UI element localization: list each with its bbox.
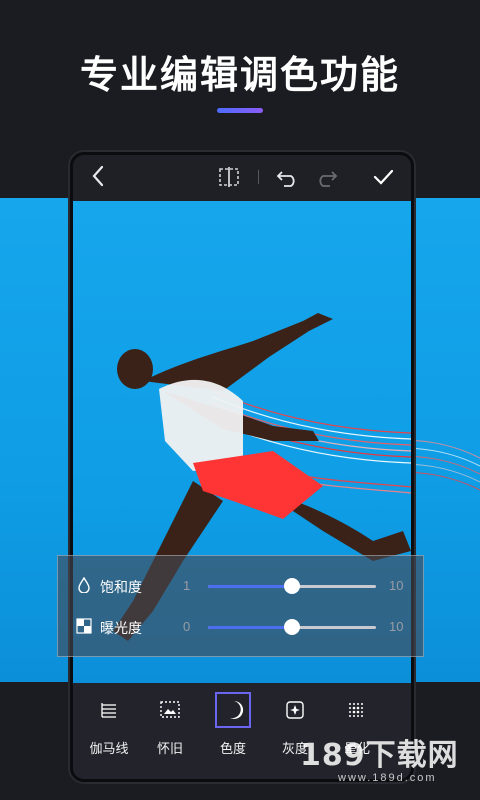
exposure-slider-fill [208, 626, 292, 629]
undo-icon [276, 171, 295, 187]
adjustment-panel: 饱和度 1 10 曝光度 0 10 [57, 555, 424, 657]
droplet-icon [78, 577, 90, 593]
saturation-row: 饱和度 1 10 [58, 571, 423, 601]
tool-nostalgia-box [152, 692, 188, 728]
saturation-slider-fill [208, 585, 292, 588]
saturation-label: 饱和度 [100, 580, 142, 596]
saturation-max: 10 [389, 578, 404, 593]
tool-vignette-box [339, 692, 375, 728]
headline: 专业编辑调色功能 [79, 53, 400, 97]
saturation-min: 1 [183, 578, 191, 593]
exposure-slider-thumb[interactable] [284, 619, 300, 635]
tool-chroma-box [215, 692, 251, 728]
tool-gamma[interactable]: 伽马线 [82, 692, 136, 762]
checker-exposure-icon [76, 618, 92, 634]
tool-nostalgia[interactable]: 怀旧 [143, 692, 197, 762]
tool-nostalgia-label: 怀旧 [156, 742, 183, 757]
check-icon [373, 169, 394, 185]
watermark-url: www.189d.com [338, 772, 437, 784]
tool-gamma-label: 伽马线 [89, 742, 129, 757]
redo-icon [319, 171, 338, 187]
compare-button[interactable] [218, 166, 240, 192]
exposure-slider[interactable] [208, 619, 376, 635]
tool-grayscale-box [277, 692, 313, 728]
chevron-left-icon [92, 165, 104, 187]
saturation-slider-thumb[interactable] [284, 578, 300, 594]
watermark-text: 189下载网 [300, 738, 459, 773]
toolbar-divider [258, 170, 259, 184]
undo-button[interactable] [276, 166, 300, 192]
exposure-row: 曝光度 0 10 [58, 612, 423, 642]
exposure-min: 0 [183, 619, 191, 634]
dot-grid-icon [349, 703, 363, 717]
editor-top-bar [73, 155, 411, 201]
tool-chroma-label: 色度 [219, 742, 246, 757]
redo-button[interactable] [314, 166, 338, 192]
exposure-label: 曝光度 [100, 621, 142, 637]
moon-icon [230, 700, 244, 719]
tool-chroma[interactable]: 色度 [206, 692, 260, 762]
tool-gamma-box [91, 692, 127, 728]
confirm-button[interactable] [372, 166, 394, 192]
photo-frame-icon [160, 701, 180, 718]
exposure-max: 10 [389, 619, 404, 634]
headline-accent-bar [217, 108, 263, 113]
saturation-slider[interactable] [208, 578, 376, 594]
gamma-lines-icon [101, 703, 116, 718]
sparkle-square-icon [286, 701, 304, 719]
phone-mockup [70, 152, 414, 782]
back-button[interactable] [90, 164, 106, 192]
compare-split-icon [219, 167, 239, 187]
